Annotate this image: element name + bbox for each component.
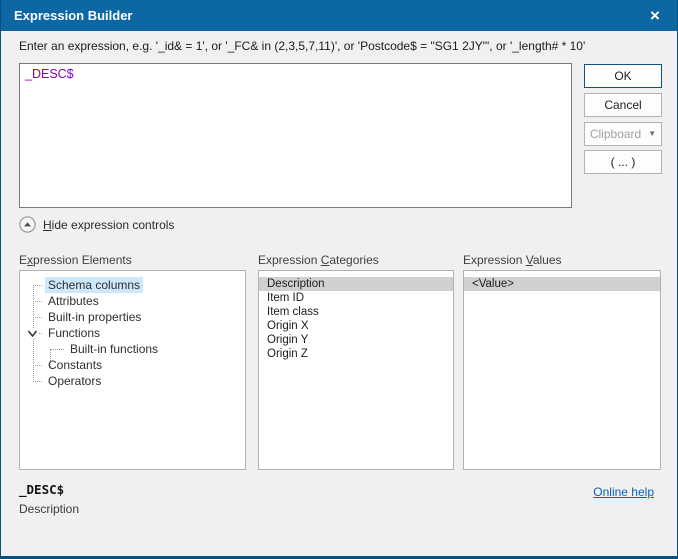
chevron-down-icon: ▼: [648, 130, 656, 138]
tree-item-schema-columns[interactable]: Schema columns: [20, 277, 245, 293]
parentheses-button[interactable]: ( ... ): [584, 150, 662, 174]
tree-item-functions[interactable]: Functions: [20, 325, 245, 341]
dialog-title: Expression Builder: [14, 8, 132, 23]
tree-item-operators[interactable]: Operators: [20, 373, 245, 389]
online-help-link[interactable]: Online help: [593, 485, 654, 499]
close-button[interactable]: ×: [633, 0, 677, 31]
selected-expression-description: Description: [19, 502, 79, 516]
list-item-origin-z[interactable]: Origin Z: [259, 347, 453, 361]
instruction-text: Enter an expression, e.g. '_id& = 1', or…: [19, 39, 663, 53]
ok-button[interactable]: OK: [584, 64, 662, 88]
list-item-value[interactable]: <Value>: [464, 277, 660, 291]
expression-categories-panel: Description Item ID Item class Origin X …: [258, 270, 454, 470]
list-item-item-id[interactable]: Item ID: [259, 291, 453, 305]
expression-values-panel: <Value>: [463, 270, 661, 470]
hide-expression-controls-toggle[interactable]: Hide expression controls: [19, 216, 174, 233]
tree-item-constants[interactable]: Constants: [20, 357, 245, 373]
tree-item-built-in-functions[interactable]: Built-in functions: [20, 341, 245, 357]
selected-expression-text: _DESC$: [19, 482, 64, 497]
tree-item-attributes[interactable]: Attributes: [20, 293, 245, 309]
list-item-origin-x[interactable]: Origin X: [259, 319, 453, 333]
expression-input[interactable]: _DESC$: [19, 63, 572, 208]
values-list: <Value>: [464, 271, 660, 291]
title-bar[interactable]: Expression Builder: [1, 0, 677, 31]
hide-expression-controls-label: Hide expression controls: [43, 218, 174, 232]
expression-values-label: Expression Values: [463, 253, 562, 267]
close-icon: ×: [650, 7, 660, 24]
expression-elements-label: Expression Elements: [19, 253, 132, 267]
expression-elements-panel: Schema columns Attributes Built-in prope…: [19, 270, 246, 470]
clipboard-button-label: Clipboard: [590, 127, 641, 141]
list-item-origin-y[interactable]: Origin Y: [259, 333, 453, 347]
chevron-down-icon[interactable]: [27, 328, 38, 339]
collapse-up-icon: [19, 216, 36, 233]
clipboard-button: Clipboard ▼: [584, 122, 662, 146]
categories-list: Description Item ID Item class Origin X …: [259, 271, 453, 361]
expression-value: _DESC$: [25, 67, 74, 81]
list-item-description[interactable]: Description: [259, 277, 453, 291]
expression-categories-label: Expression Categories: [258, 253, 379, 267]
elements-tree: Schema columns Attributes Built-in prope…: [20, 271, 245, 389]
tree-item-built-in-properties[interactable]: Built-in properties: [20, 309, 245, 325]
expression-builder-dialog: Expression Builder × Enter an expression…: [0, 0, 678, 559]
list-item-item-class[interactable]: Item class: [259, 305, 453, 319]
cancel-button[interactable]: Cancel: [584, 93, 662, 117]
